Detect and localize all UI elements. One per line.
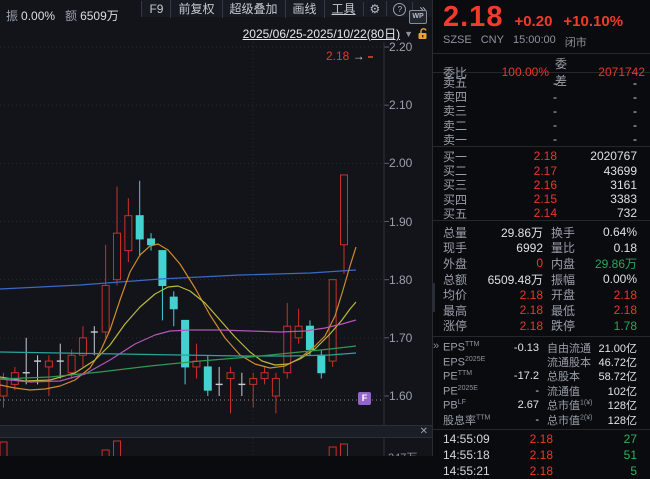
gear-icon[interactable]: ⚙	[363, 2, 387, 16]
tick-list[interactable]: 14:55:092.182714:55:182.185114:55:212.18…	[433, 431, 650, 479]
chart-topbar: 振0.00% 额6509万 F9前复权超级叠加画线工具 ⚙ ? » WP 2025…	[0, 0, 432, 42]
stat-row: 总量29.86万换手0.64%	[433, 224, 650, 240]
exchange: SZSE	[443, 34, 472, 50]
unlock-icon[interactable]	[417, 27, 429, 40]
menu-item[interactable]: 工具	[324, 0, 363, 18]
financial-row: PBLF2.67总市值1(¥)128亿	[433, 397, 650, 411]
price-change: +0.20	[514, 13, 552, 30]
quote-subheader: SZSE CNY 15:00:00 闭市	[433, 34, 650, 52]
stat-row: 涨停2.18跌停1.78	[433, 317, 650, 333]
stat-row: 最高2.18最低2.18	[433, 302, 650, 318]
chart-side: 振0.00% 额6509万 F9前复权超级叠加画线工具 ⚙ ? » WP 2025…	[0, 0, 433, 456]
bid-row[interactable]: 买二2.1743699	[433, 162, 650, 176]
price-axis-label: 1.80	[389, 273, 412, 287]
ask-row[interactable]: 卖五--	[433, 74, 650, 88]
bid-row[interactable]: 买五2.14732	[433, 205, 650, 219]
volume-axis-label-clipped: 247万	[388, 449, 417, 456]
financial-row: PETTM-17.2总股本58.72亿	[433, 368, 650, 382]
close-icon[interactable]: ✕	[420, 426, 428, 437]
amplitude-label: 振	[6, 9, 18, 23]
price-axis-label: 2.20	[389, 40, 412, 54]
kline-plot	[0, 42, 432, 425]
currency: CNY	[481, 34, 504, 50]
price-change-pct: +10.10%	[563, 13, 623, 30]
market-status: 闭市	[565, 34, 587, 50]
tick-row: 14:55:182.1851	[433, 447, 650, 463]
bid-row[interactable]: 买一2.182020767	[433, 148, 650, 162]
ask-row[interactable]: 卖一--	[433, 131, 650, 145]
menu-item[interactable]: 超级叠加	[222, 0, 285, 18]
ask-row[interactable]: 卖四--	[433, 88, 650, 102]
price-axis-label: 2.00	[389, 156, 412, 170]
stat-row: 现手6992量比0.18	[433, 239, 650, 255]
financial-row: PE2025E-流通值102亿	[433, 383, 650, 397]
amount-label: 额	[65, 9, 77, 23]
amplitude-value: 0.00%	[21, 9, 55, 23]
financial-grid: EPSTTM-0.13自由流通21.00亿EPS2025E流通股本46.72亿P…	[433, 338, 650, 428]
last-price: 2.18	[443, 1, 503, 34]
financial-row: 股息率TTM-总市值2(¥)128亿	[433, 412, 650, 426]
arrow-right-icon: →	[353, 49, 365, 63]
price-axis-label: 1.60	[389, 389, 412, 403]
weibi-row: 委比 100.00% 委差 2071742	[433, 55, 650, 71]
annotation-tick	[368, 56, 373, 58]
panel-edge-notch	[433, 283, 435, 312]
volume-bars	[0, 438, 432, 456]
tick-row: 14:55:212.185	[433, 463, 650, 479]
ask-row[interactable]: 卖二--	[433, 117, 650, 131]
pane-divider[interactable]: ✕	[0, 425, 432, 438]
bid-levels: 买一2.182020767买二2.1743699买三2.163161买四2.15…	[433, 148, 650, 219]
expand-panel-icon[interactable]: »	[433, 340, 439, 352]
annotation-price: 2.18	[326, 49, 349, 63]
quote-time: 15:00:00	[513, 34, 556, 50]
trading-app: { "colors":{"accent_red":"#e8382c","big_…	[0, 0, 650, 456]
date-range[interactable]: 2025/06/25-2025/10/22(80日)	[243, 25, 400, 42]
tick-row: 14:55:092.1827	[433, 431, 650, 447]
financial-row: EPSTTM-0.13自由流通21.00亿	[433, 340, 650, 354]
menu-item[interactable]: 画线	[285, 0, 324, 18]
current-price-annotation: 2.18 →	[326, 49, 373, 63]
stat-row: 总额6509.48万振幅0.00%	[433, 271, 650, 287]
price-axis-label: 1.70	[389, 331, 412, 345]
menu-item[interactable]: F9	[141, 1, 170, 17]
chart-toolbar-menu: F9前复权超级叠加画线工具 ⚙ ? »	[141, 0, 432, 17]
price-axis-label: 1.90	[389, 215, 412, 229]
stats-grid: 总量29.86万换手0.64%现手6992量比0.18外盘0内盘29.86万总额…	[433, 222, 650, 335]
quote-panel: 2.18 +0.20 +10.10% SZSE CNY 15:00:00 闭市 …	[433, 0, 650, 456]
menu-items: F9前复权超级叠加画线工具	[141, 0, 362, 18]
financial-row: EPS2025E流通股本46.72亿	[433, 354, 650, 368]
volume-pane[interactable]: 247万	[0, 438, 432, 456]
wp-monitor-icon[interactable]: WP	[409, 10, 427, 24]
amount-value: 6509万	[80, 9, 119, 23]
bid-row[interactable]: 买四2.153383	[433, 191, 650, 205]
price-axis-label: 2.10	[389, 98, 412, 112]
chevron-down-icon[interactable]: ▼	[404, 29, 413, 39]
menu-item[interactable]: 前复权	[170, 0, 221, 18]
ask-row[interactable]: 卖三--	[433, 102, 650, 116]
chart-header-stats: 振0.00% 额6509万	[6, 7, 129, 24]
f-event-badge[interactable]: F	[358, 392, 371, 405]
stat-row: 均价2.18开盘2.18	[433, 286, 650, 302]
quote-header: 2.18 +0.20 +10.10%	[433, 0, 650, 34]
ask-levels: 卖五--卖四--卖三--卖二--卖一--	[433, 74, 650, 145]
bid-row[interactable]: 买三2.163161	[433, 176, 650, 190]
candlestick-chart[interactable]: 2.20 2.10 2.00 1.90 1.80 1.70 1.60 2.18 → F	[0, 42, 432, 425]
stat-row: 外盘0内盘29.86万	[433, 255, 650, 271]
